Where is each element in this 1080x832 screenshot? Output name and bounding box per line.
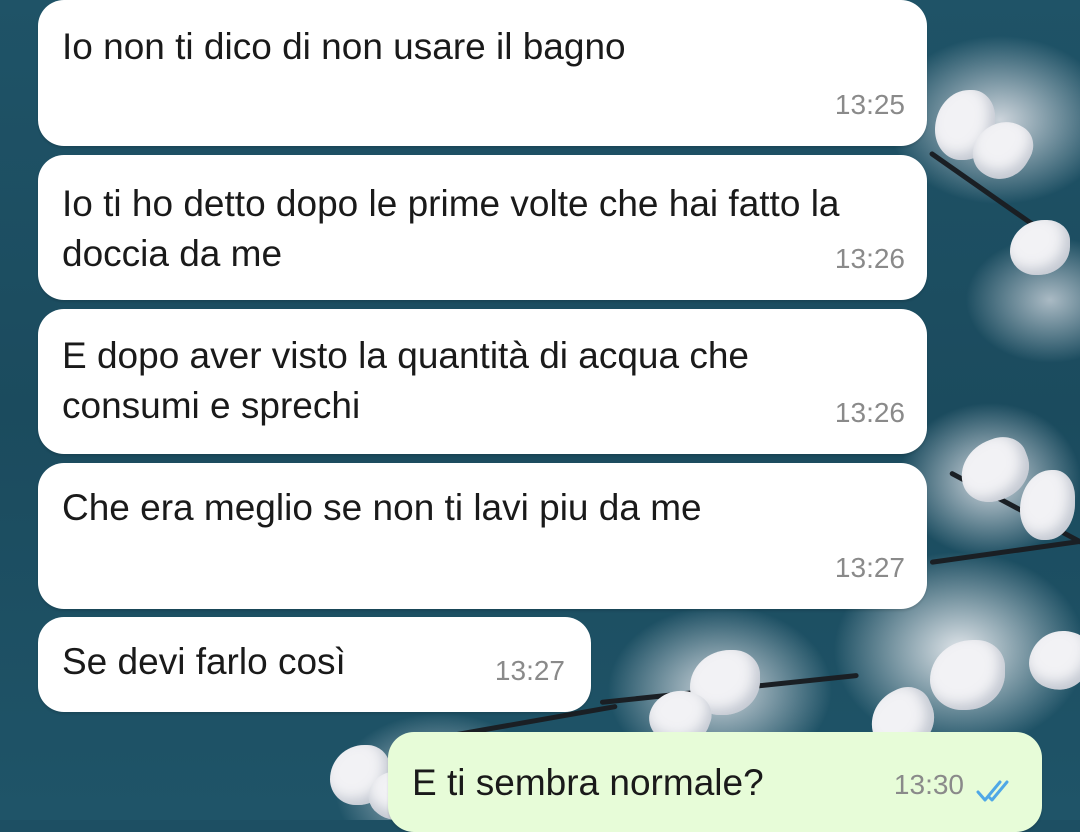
message-timestamp: 13:26 bbox=[834, 243, 905, 274]
message-bubble-incoming[interactable]: E dopo aver visto la quantità di acqua c… bbox=[38, 309, 927, 454]
message-bubble-incoming[interactable]: Io ti ho detto dopo le prime volte che h… bbox=[38, 155, 927, 300]
wallpaper-blossom bbox=[1010, 220, 1070, 275]
double-check-read-icon bbox=[976, 780, 1009, 802]
message-text: Io ti ho detto dopo le prime volte che h… bbox=[62, 183, 840, 274]
message-timestamp: 13:25 bbox=[834, 89, 905, 120]
wallpaper-blossom bbox=[1023, 623, 1080, 697]
message-text: Che era meglio se non ti lavi piu da me bbox=[62, 487, 702, 528]
message-timestamp: 13:27 bbox=[494, 655, 565, 686]
message-text: Se devi farlo così bbox=[62, 641, 346, 682]
message-bubble-outgoing[interactable]: E ti sembra normale? 13:30 bbox=[388, 732, 1042, 832]
message-text: Io non ti dico di non usare il bagno bbox=[62, 26, 626, 67]
wallpaper-branch bbox=[929, 536, 1080, 565]
message-text: E dopo aver visto la quantità di acqua c… bbox=[62, 335, 750, 426]
message-bubble-incoming[interactable]: Che era meglio se non ti lavi piu da me … bbox=[38, 463, 927, 609]
message-bubble-incoming[interactable]: Se devi farlo così 13:27 bbox=[38, 617, 591, 712]
message-timestamp: 13:27 bbox=[834, 552, 905, 583]
message-timestamp: 13:30 bbox=[893, 769, 964, 800]
wallpaper-blossom bbox=[1020, 470, 1075, 540]
wallpaper-blossom bbox=[930, 640, 1005, 710]
message-bubble-incoming[interactable]: Io non ti dico di non usare il bagno 13:… bbox=[38, 0, 927, 146]
message-timestamp: 13:26 bbox=[834, 397, 905, 428]
